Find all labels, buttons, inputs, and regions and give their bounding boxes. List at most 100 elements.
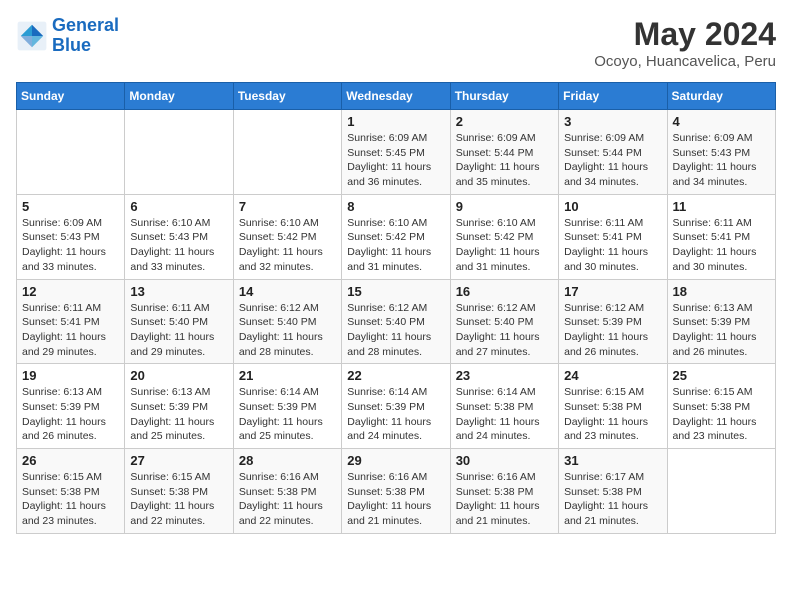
weekday-tuesday: Tuesday [233, 83, 341, 110]
calendar-cell [125, 110, 233, 195]
weekday-saturday: Saturday [667, 83, 775, 110]
day-number: 8 [347, 199, 444, 214]
day-info: Sunrise: 6:16 AMSunset: 5:38 PMDaylight:… [456, 470, 553, 529]
day-number: 14 [239, 284, 336, 299]
day-info: Sunrise: 6:15 AMSunset: 5:38 PMDaylight:… [673, 385, 770, 444]
day-info: Sunrise: 6:14 AMSunset: 5:38 PMDaylight:… [456, 385, 553, 444]
page-header: General Blue May 2024 Ocoyo, Huancavelic… [16, 16, 776, 70]
calendar-cell: 17 Sunrise: 6:12 AMSunset: 5:39 PMDayligh… [559, 279, 667, 364]
location: Ocoyo, Huancavelica, Peru [594, 53, 776, 70]
day-info: Sunrise: 6:10 AMSunset: 5:42 PMDaylight:… [456, 216, 553, 275]
day-info: Sunrise: 6:13 AMSunset: 5:39 PMDaylight:… [22, 385, 119, 444]
logo-icon [16, 20, 48, 52]
day-info: Sunrise: 6:12 AMSunset: 5:39 PMDaylight:… [564, 301, 661, 360]
calendar-cell: 4 Sunrise: 6:09 AMSunset: 5:43 PMDaylight… [667, 110, 775, 195]
day-info: Sunrise: 6:11 AMSunset: 5:41 PMDaylight:… [22, 301, 119, 360]
day-number: 31 [564, 453, 661, 468]
calendar-cell: 26 Sunrise: 6:15 AMSunset: 5:38 PMDayligh… [17, 449, 125, 534]
day-number: 16 [456, 284, 553, 299]
day-number: 20 [130, 368, 227, 383]
weekday-sunday: Sunday [17, 83, 125, 110]
day-info: Sunrise: 6:10 AMSunset: 5:42 PMDaylight:… [347, 216, 444, 275]
day-info: Sunrise: 6:16 AMSunset: 5:38 PMDaylight:… [239, 470, 336, 529]
day-number: 22 [347, 368, 444, 383]
calendar-cell [233, 110, 341, 195]
day-number: 9 [456, 199, 553, 214]
day-info: Sunrise: 6:15 AMSunset: 5:38 PMDaylight:… [564, 385, 661, 444]
calendar-cell [667, 449, 775, 534]
day-info: Sunrise: 6:09 AMSunset: 5:44 PMDaylight:… [456, 131, 553, 190]
day-number: 1 [347, 114, 444, 129]
calendar-cell: 24 Sunrise: 6:15 AMSunset: 5:38 PMDayligh… [559, 364, 667, 449]
day-number: 23 [456, 368, 553, 383]
day-info: Sunrise: 6:15 AMSunset: 5:38 PMDaylight:… [130, 470, 227, 529]
day-info: Sunrise: 6:14 AMSunset: 5:39 PMDaylight:… [239, 385, 336, 444]
calendar-cell: 25 Sunrise: 6:15 AMSunset: 5:38 PMDayligh… [667, 364, 775, 449]
weekday-wednesday: Wednesday [342, 83, 450, 110]
calendar-cell: 18 Sunrise: 6:13 AMSunset: 5:39 PMDayligh… [667, 279, 775, 364]
day-number: 2 [456, 114, 553, 129]
calendar-cell: 15 Sunrise: 6:12 AMSunset: 5:40 PMDayligh… [342, 279, 450, 364]
calendar-cell: 11 Sunrise: 6:11 AMSunset: 5:41 PMDayligh… [667, 194, 775, 279]
calendar-week-3: 12 Sunrise: 6:11 AMSunset: 5:41 PMDayligh… [17, 279, 776, 364]
title-block: May 2024 Ocoyo, Huancavelica, Peru [594, 16, 776, 70]
calendar-week-5: 26 Sunrise: 6:15 AMSunset: 5:38 PMDayligh… [17, 449, 776, 534]
day-number: 24 [564, 368, 661, 383]
day-info: Sunrise: 6:17 AMSunset: 5:38 PMDaylight:… [564, 470, 661, 529]
day-info: Sunrise: 6:10 AMSunset: 5:43 PMDaylight:… [130, 216, 227, 275]
day-number: 11 [673, 199, 770, 214]
day-number: 6 [130, 199, 227, 214]
logo-text: General Blue [52, 16, 119, 56]
day-info: Sunrise: 6:09 AMSunset: 5:44 PMDaylight:… [564, 131, 661, 190]
day-info: Sunrise: 6:15 AMSunset: 5:38 PMDaylight:… [22, 470, 119, 529]
day-info: Sunrise: 6:09 AMSunset: 5:43 PMDaylight:… [673, 131, 770, 190]
day-number: 27 [130, 453, 227, 468]
calendar-table: SundayMondayTuesdayWednesdayThursdayFrid… [16, 82, 776, 534]
day-number: 26 [22, 453, 119, 468]
day-number: 18 [673, 284, 770, 299]
calendar-cell: 5 Sunrise: 6:09 AMSunset: 5:43 PMDaylight… [17, 194, 125, 279]
weekday-header-row: SundayMondayTuesdayWednesdayThursdayFrid… [17, 83, 776, 110]
calendar-cell: 27 Sunrise: 6:15 AMSunset: 5:38 PMDayligh… [125, 449, 233, 534]
day-number: 19 [22, 368, 119, 383]
day-info: Sunrise: 6:11 AMSunset: 5:41 PMDaylight:… [673, 216, 770, 275]
calendar-cell: 23 Sunrise: 6:14 AMSunset: 5:38 PMDayligh… [450, 364, 558, 449]
calendar-cell: 3 Sunrise: 6:09 AMSunset: 5:44 PMDaylight… [559, 110, 667, 195]
day-info: Sunrise: 6:11 AMSunset: 5:41 PMDaylight:… [564, 216, 661, 275]
day-number: 10 [564, 199, 661, 214]
day-number: 12 [22, 284, 119, 299]
calendar-cell: 30 Sunrise: 6:16 AMSunset: 5:38 PMDayligh… [450, 449, 558, 534]
day-number: 30 [456, 453, 553, 468]
weekday-thursday: Thursday [450, 83, 558, 110]
weekday-monday: Monday [125, 83, 233, 110]
calendar-cell: 28 Sunrise: 6:16 AMSunset: 5:38 PMDayligh… [233, 449, 341, 534]
calendar-week-4: 19 Sunrise: 6:13 AMSunset: 5:39 PMDayligh… [17, 364, 776, 449]
day-number: 17 [564, 284, 661, 299]
day-info: Sunrise: 6:12 AMSunset: 5:40 PMDaylight:… [456, 301, 553, 360]
calendar-cell: 13Sunrise: 6:11 AMSunset: 5:40 PMDayligh… [125, 279, 233, 364]
calendar-body: 1 Sunrise: 6:09 AMSunset: 5:45 PMDaylight… [17, 110, 776, 534]
calendar-cell: 8 Sunrise: 6:10 AMSunset: 5:42 PMDaylight… [342, 194, 450, 279]
calendar-cell: 20 Sunrise: 6:13 AMSunset: 5:39 PMDayligh… [125, 364, 233, 449]
calendar-header: SundayMondayTuesdayWednesdayThursdayFrid… [17, 83, 776, 110]
day-number: 3 [564, 114, 661, 129]
day-info: Sunrise: 6:09 AMSunset: 5:43 PMDaylight:… [22, 216, 119, 275]
day-info: Sunrise: 6:13 AMSunset: 5:39 PMDaylight:… [673, 301, 770, 360]
day-number: 21 [239, 368, 336, 383]
month-year: May 2024 [594, 16, 776, 53]
calendar-cell: 1 Sunrise: 6:09 AMSunset: 5:45 PMDaylight… [342, 110, 450, 195]
day-number: 4 [673, 114, 770, 129]
day-number: 5 [22, 199, 119, 214]
day-info: Sunrise: 6:09 AMSunset: 5:45 PMDaylight:… [347, 131, 444, 190]
calendar-cell: 7Sunrise: 6:10 AMSunset: 5:42 PMDaylight… [233, 194, 341, 279]
calendar-cell [17, 110, 125, 195]
day-number: 15 [347, 284, 444, 299]
day-number: 25 [673, 368, 770, 383]
day-number: 7 [239, 199, 336, 214]
day-info: Sunrise: 6:14 AMSunset: 5:39 PMDaylight:… [347, 385, 444, 444]
calendar-week-1: 1 Sunrise: 6:09 AMSunset: 5:45 PMDaylight… [17, 110, 776, 195]
day-number: 28 [239, 453, 336, 468]
day-info: Sunrise: 6:13 AMSunset: 5:39 PMDaylight:… [130, 385, 227, 444]
calendar-cell: 2 Sunrise: 6:09 AMSunset: 5:44 PMDaylight… [450, 110, 558, 195]
day-info: Sunrise: 6:12 AMSunset: 5:40 PMDaylight:… [347, 301, 444, 360]
